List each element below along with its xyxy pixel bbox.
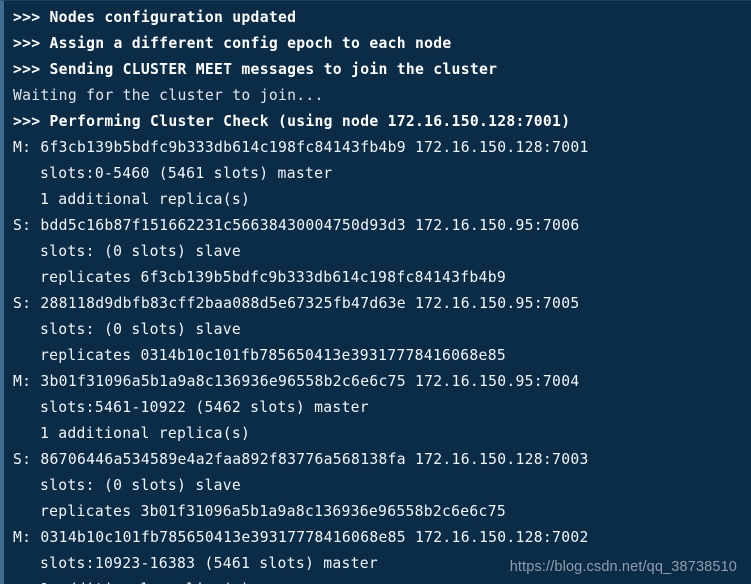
terminal-line: slots:0-5460 (5461 slots) master	[40, 165, 333, 182]
terminal-line: M: 3b01f31096a5b1a9a8c136936e96558b2c6e6…	[13, 373, 580, 390]
terminal-line: slots: (0 slots) slave	[40, 243, 242, 260]
terminal-line: replicates 3b01f31096a5b1a9a8c136936e965…	[40, 503, 506, 520]
terminal-line: 1 additional replica(s)	[40, 425, 251, 442]
terminal-line: 1 additional replica(s)	[40, 191, 251, 208]
terminal-line: >>> Sending CLUSTER MEET messages to joi…	[13, 61, 498, 78]
terminal-line: slots: (0 slots) slave	[40, 477, 242, 494]
terminal-line: >>> Performing Cluster Check (using node…	[13, 113, 571, 130]
terminal-line: Waiting for the cluster to join...	[13, 87, 324, 104]
terminal-line: slots:5461-10922 (5462 slots) master	[40, 399, 369, 416]
terminal-line: S: bdd5c16b87f151662231c56638430004750d9…	[13, 217, 580, 234]
terminal-line: 1 additional replica(s)	[4, 577, 751, 584]
watermark-text: https://blog.csdn.net/qq_38738510	[509, 559, 737, 575]
terminal-output: >>> Nodes configuration updated >>> Assig…	[4, 5, 751, 584]
terminal-line: >>> Assign a different config epoch to e…	[13, 35, 452, 52]
terminal-line: S: 86706446a534589e4a2faa892f83776a56813…	[13, 451, 589, 468]
terminal-line: M: 0314b10c101fb785650413e39317778416068…	[13, 529, 589, 546]
terminal-line: S: 288118d9dbfb83cff2baa088d5e67325fb47d…	[13, 295, 580, 312]
terminal-line: replicates 0314b10c101fb785650413e393177…	[40, 347, 506, 364]
terminal-line: M: 6f3cb139b5bdfc9b333db614c198fc84143fb…	[13, 139, 589, 156]
terminal-window[interactable]: >>> Nodes configuration updated >>> Assig…	[0, 0, 751, 584]
terminal-line: slots: (0 slots) slave	[40, 321, 242, 338]
terminal-line: >>> Nodes configuration updated	[13, 9, 297, 26]
terminal-line: replicates 6f3cb139b5bdfc9b333db614c198f…	[40, 269, 506, 286]
